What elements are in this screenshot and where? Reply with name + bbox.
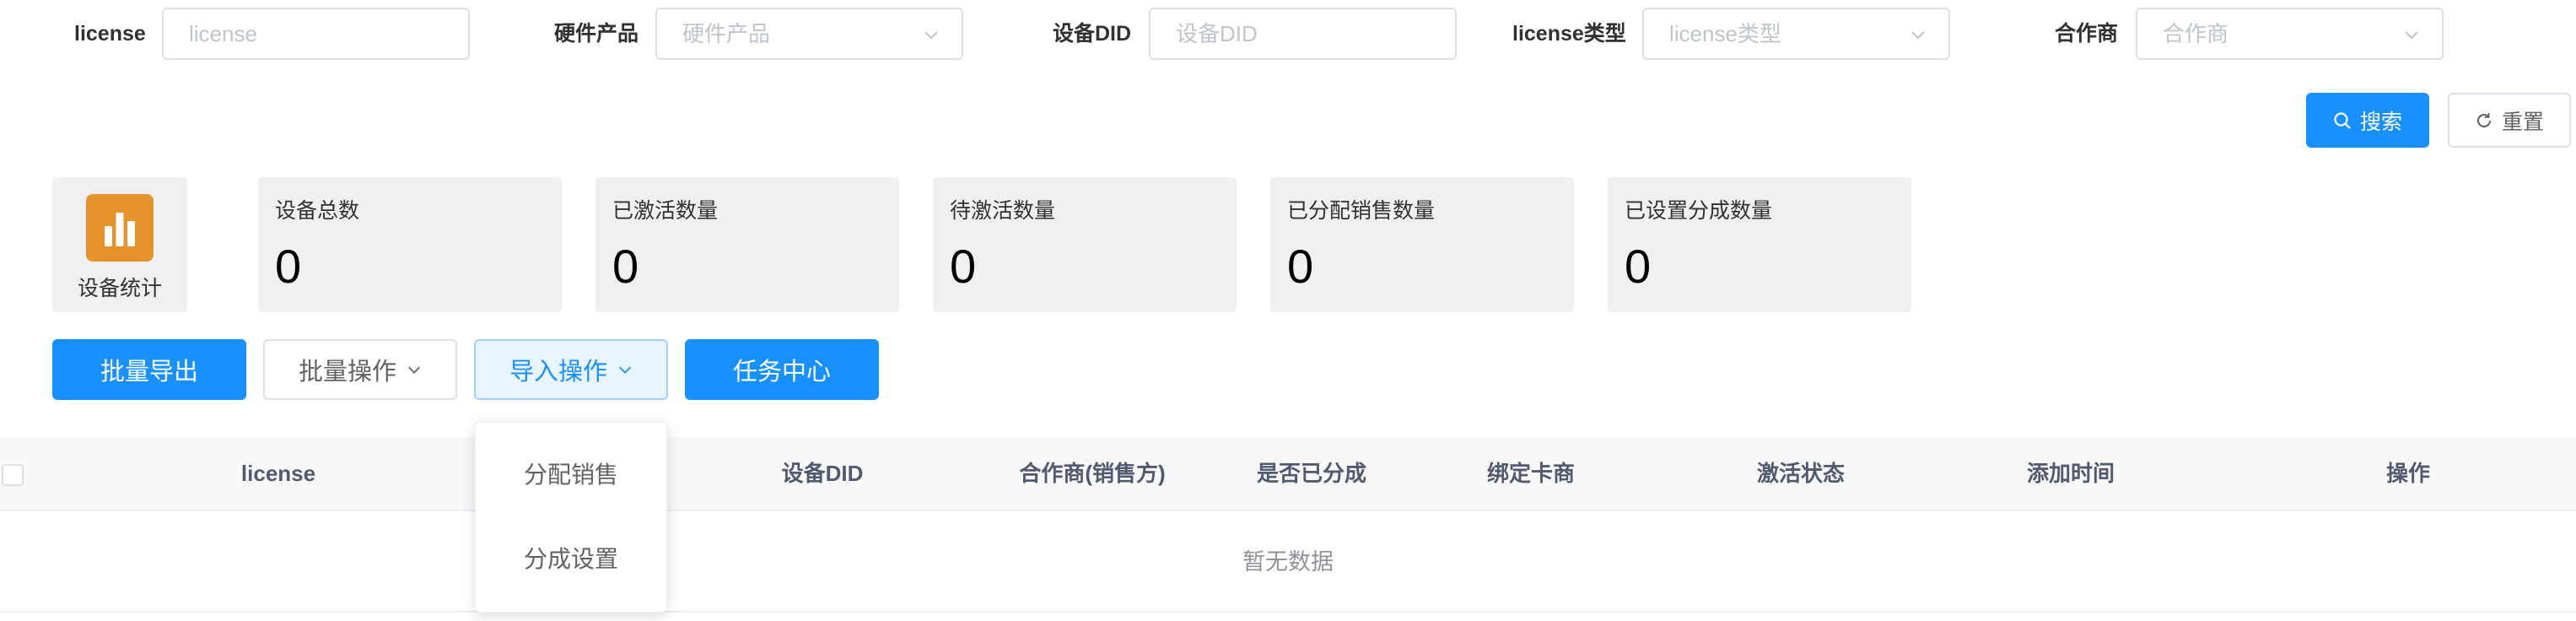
hardware-product-select[interactable]	[655, 8, 963, 60]
hardware-product-filter-label: 硬件产品	[554, 22, 639, 46]
device-stats-label: 设备统计	[77, 277, 162, 300]
stat-card-share-configured: 已设置分成数量 0	[1608, 177, 1911, 312]
search-button-label: 搜索	[2359, 110, 2402, 134]
device-did-input[interactable]	[1151, 9, 1455, 58]
stat-title: 已激活数量	[612, 199, 719, 223]
license-type-input[interactable]	[1644, 9, 1948, 58]
license-filter-field[interactable]	[162, 8, 470, 60]
batch-operation-label: 批量操作	[298, 359, 396, 386]
import-operation-label: 导入操作	[509, 359, 607, 386]
stat-value: 0	[275, 240, 302, 293]
column-header-is-shared: 是否已分成	[1256, 461, 1366, 486]
device-did-filter-field[interactable]	[1149, 8, 1457, 60]
stat-card-pending-activation: 待激活数量 0	[933, 177, 1237, 312]
stat-value: 0	[1625, 240, 1652, 293]
chevron-down-icon	[619, 366, 631, 374]
license-filter-label: license	[74, 22, 146, 46]
column-header-license: license	[240, 461, 316, 486]
stat-value: 0	[950, 240, 977, 293]
device-stats-card: 设备统计	[52, 177, 187, 312]
task-center-label: 任务中心	[732, 359, 831, 386]
search-button[interactable]: 搜索	[2306, 93, 2429, 148]
import-operation-button[interactable]: 导入操作	[474, 339, 668, 400]
license-type-filter-label: license类型	[1512, 22, 1626, 46]
stat-title: 已分配销售数量	[1287, 199, 1436, 223]
dropdown-item-assign-sales[interactable]: 分配销售	[476, 450, 666, 500]
chevron-down-icon	[408, 366, 420, 374]
hardware-product-input[interactable]	[657, 9, 962, 58]
stat-card-sales-assigned: 已分配销售数量 0	[1270, 177, 1574, 312]
batch-export-button[interactable]: 批量导出	[52, 339, 246, 400]
table-empty-text: 暂无数据	[0, 511, 2576, 613]
stat-card-activated: 已激活数量 0	[595, 177, 899, 312]
reset-button[interactable]: 重置	[2448, 93, 2571, 148]
device-did-filter-label: 设备DID	[1053, 22, 1132, 46]
search-icon	[2334, 111, 2351, 129]
column-header-partner: 合作商(销售方)	[1019, 461, 1166, 486]
reset-button-label: 重置	[2501, 110, 2544, 134]
stat-title: 待激活数量	[950, 199, 1056, 223]
partner-select[interactable]	[2136, 8, 2444, 60]
select-all-checkbox[interactable]	[2, 464, 24, 486]
chevron-down-icon	[1911, 31, 1925, 40]
import-operation-dropdown: 分配销售 分成设置	[475, 422, 667, 613]
column-header-activation-status: 激活状态	[1756, 461, 1845, 486]
batch-export-label: 批量导出	[100, 359, 198, 386]
stat-value: 0	[1287, 240, 1314, 293]
task-center-button[interactable]: 任务中心	[685, 339, 879, 400]
bar-chart-icon	[86, 194, 154, 262]
stat-title: 已设置分成数量	[1625, 199, 1773, 223]
stat-card-total-devices: 设备总数 0	[258, 177, 562, 312]
batch-operation-button[interactable]: 批量操作	[263, 339, 457, 400]
stat-value: 0	[612, 240, 639, 293]
column-header-actions: 操作	[2385, 461, 2430, 486]
partner-filter-label: 合作商	[2055, 22, 2119, 46]
column-header-device-did: 设备DID	[781, 461, 864, 486]
column-header-bound-card-vendor: 绑定卡商	[1486, 461, 1575, 486]
refresh-icon	[2477, 112, 2491, 127]
stat-title: 设备总数	[275, 199, 360, 223]
table-header: license 设备DID 合作商(销售方) 是否已分成 绑定卡商 激活状态 添…	[0, 437, 2576, 511]
license-type-select[interactable]	[1642, 8, 1950, 60]
column-header-added-time: 添加时间	[2026, 461, 2115, 486]
chevron-down-icon	[924, 31, 938, 40]
dropdown-item-share-settings[interactable]: 分成设置	[476, 534, 666, 585]
partner-input[interactable]	[2137, 9, 2442, 58]
license-input[interactable]	[164, 9, 468, 58]
chevron-down-icon	[2405, 31, 2418, 40]
